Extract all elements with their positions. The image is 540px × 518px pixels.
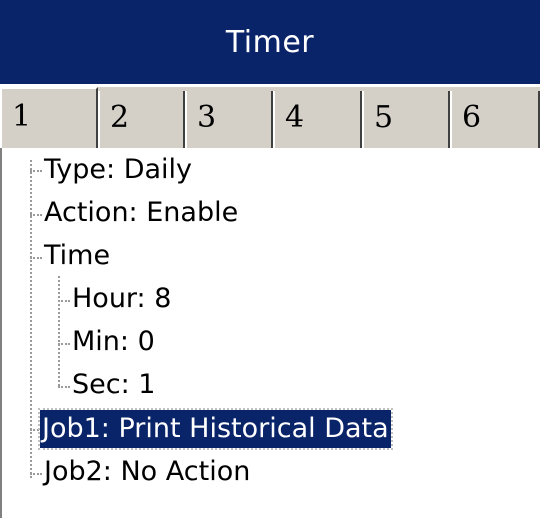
- tree-item-job1[interactable]: Job1: Print Historical Data: [38, 408, 393, 450]
- tree-connector-hour: [58, 300, 70, 302]
- tree-item-sec[interactable]: Sec: 1: [70, 366, 157, 404]
- tree-item-hour[interactable]: Hour: 8: [70, 280, 173, 318]
- window-title-bar: Timer: [0, 0, 540, 84]
- tree-connector-time-children: [58, 276, 60, 386]
- tree-item-job2[interactable]: Job2: No Action: [42, 453, 252, 491]
- tab-3[interactable]: 3: [185, 91, 273, 149]
- tab-2[interactable]: 2: [98, 91, 185, 149]
- tree-item-action[interactable]: Action: Enable: [42, 194, 240, 232]
- tree-connector-type: [30, 170, 42, 172]
- tree-connector-action: [30, 214, 42, 216]
- tab-5[interactable]: 5: [362, 91, 450, 149]
- tab-4[interactable]: 4: [273, 91, 362, 149]
- tree-connector-job2: [30, 473, 42, 475]
- tree-connector-sec: [58, 386, 70, 388]
- window-title: Timer: [225, 24, 315, 60]
- tab-1[interactable]: 1: [0, 87, 98, 151]
- tree-connector-time: [30, 257, 42, 259]
- timer-tab-strip: 1 2 3 4 5 6: [0, 84, 540, 151]
- tree-item-type[interactable]: Type: Daily: [42, 151, 194, 189]
- tree-item-time[interactable]: Time: [42, 237, 112, 275]
- tree-item-min[interactable]: Min: 0: [70, 323, 157, 361]
- tab-6[interactable]: 6: [450, 91, 540, 149]
- timer-settings-tree: Type: Daily Action: Enable Time Hour: 8 …: [0, 148, 540, 518]
- tree-connector-min: [58, 343, 70, 345]
- timer-window: Timer 1 2 3 4 5 6 Type: Daily Action: En…: [0, 0, 540, 518]
